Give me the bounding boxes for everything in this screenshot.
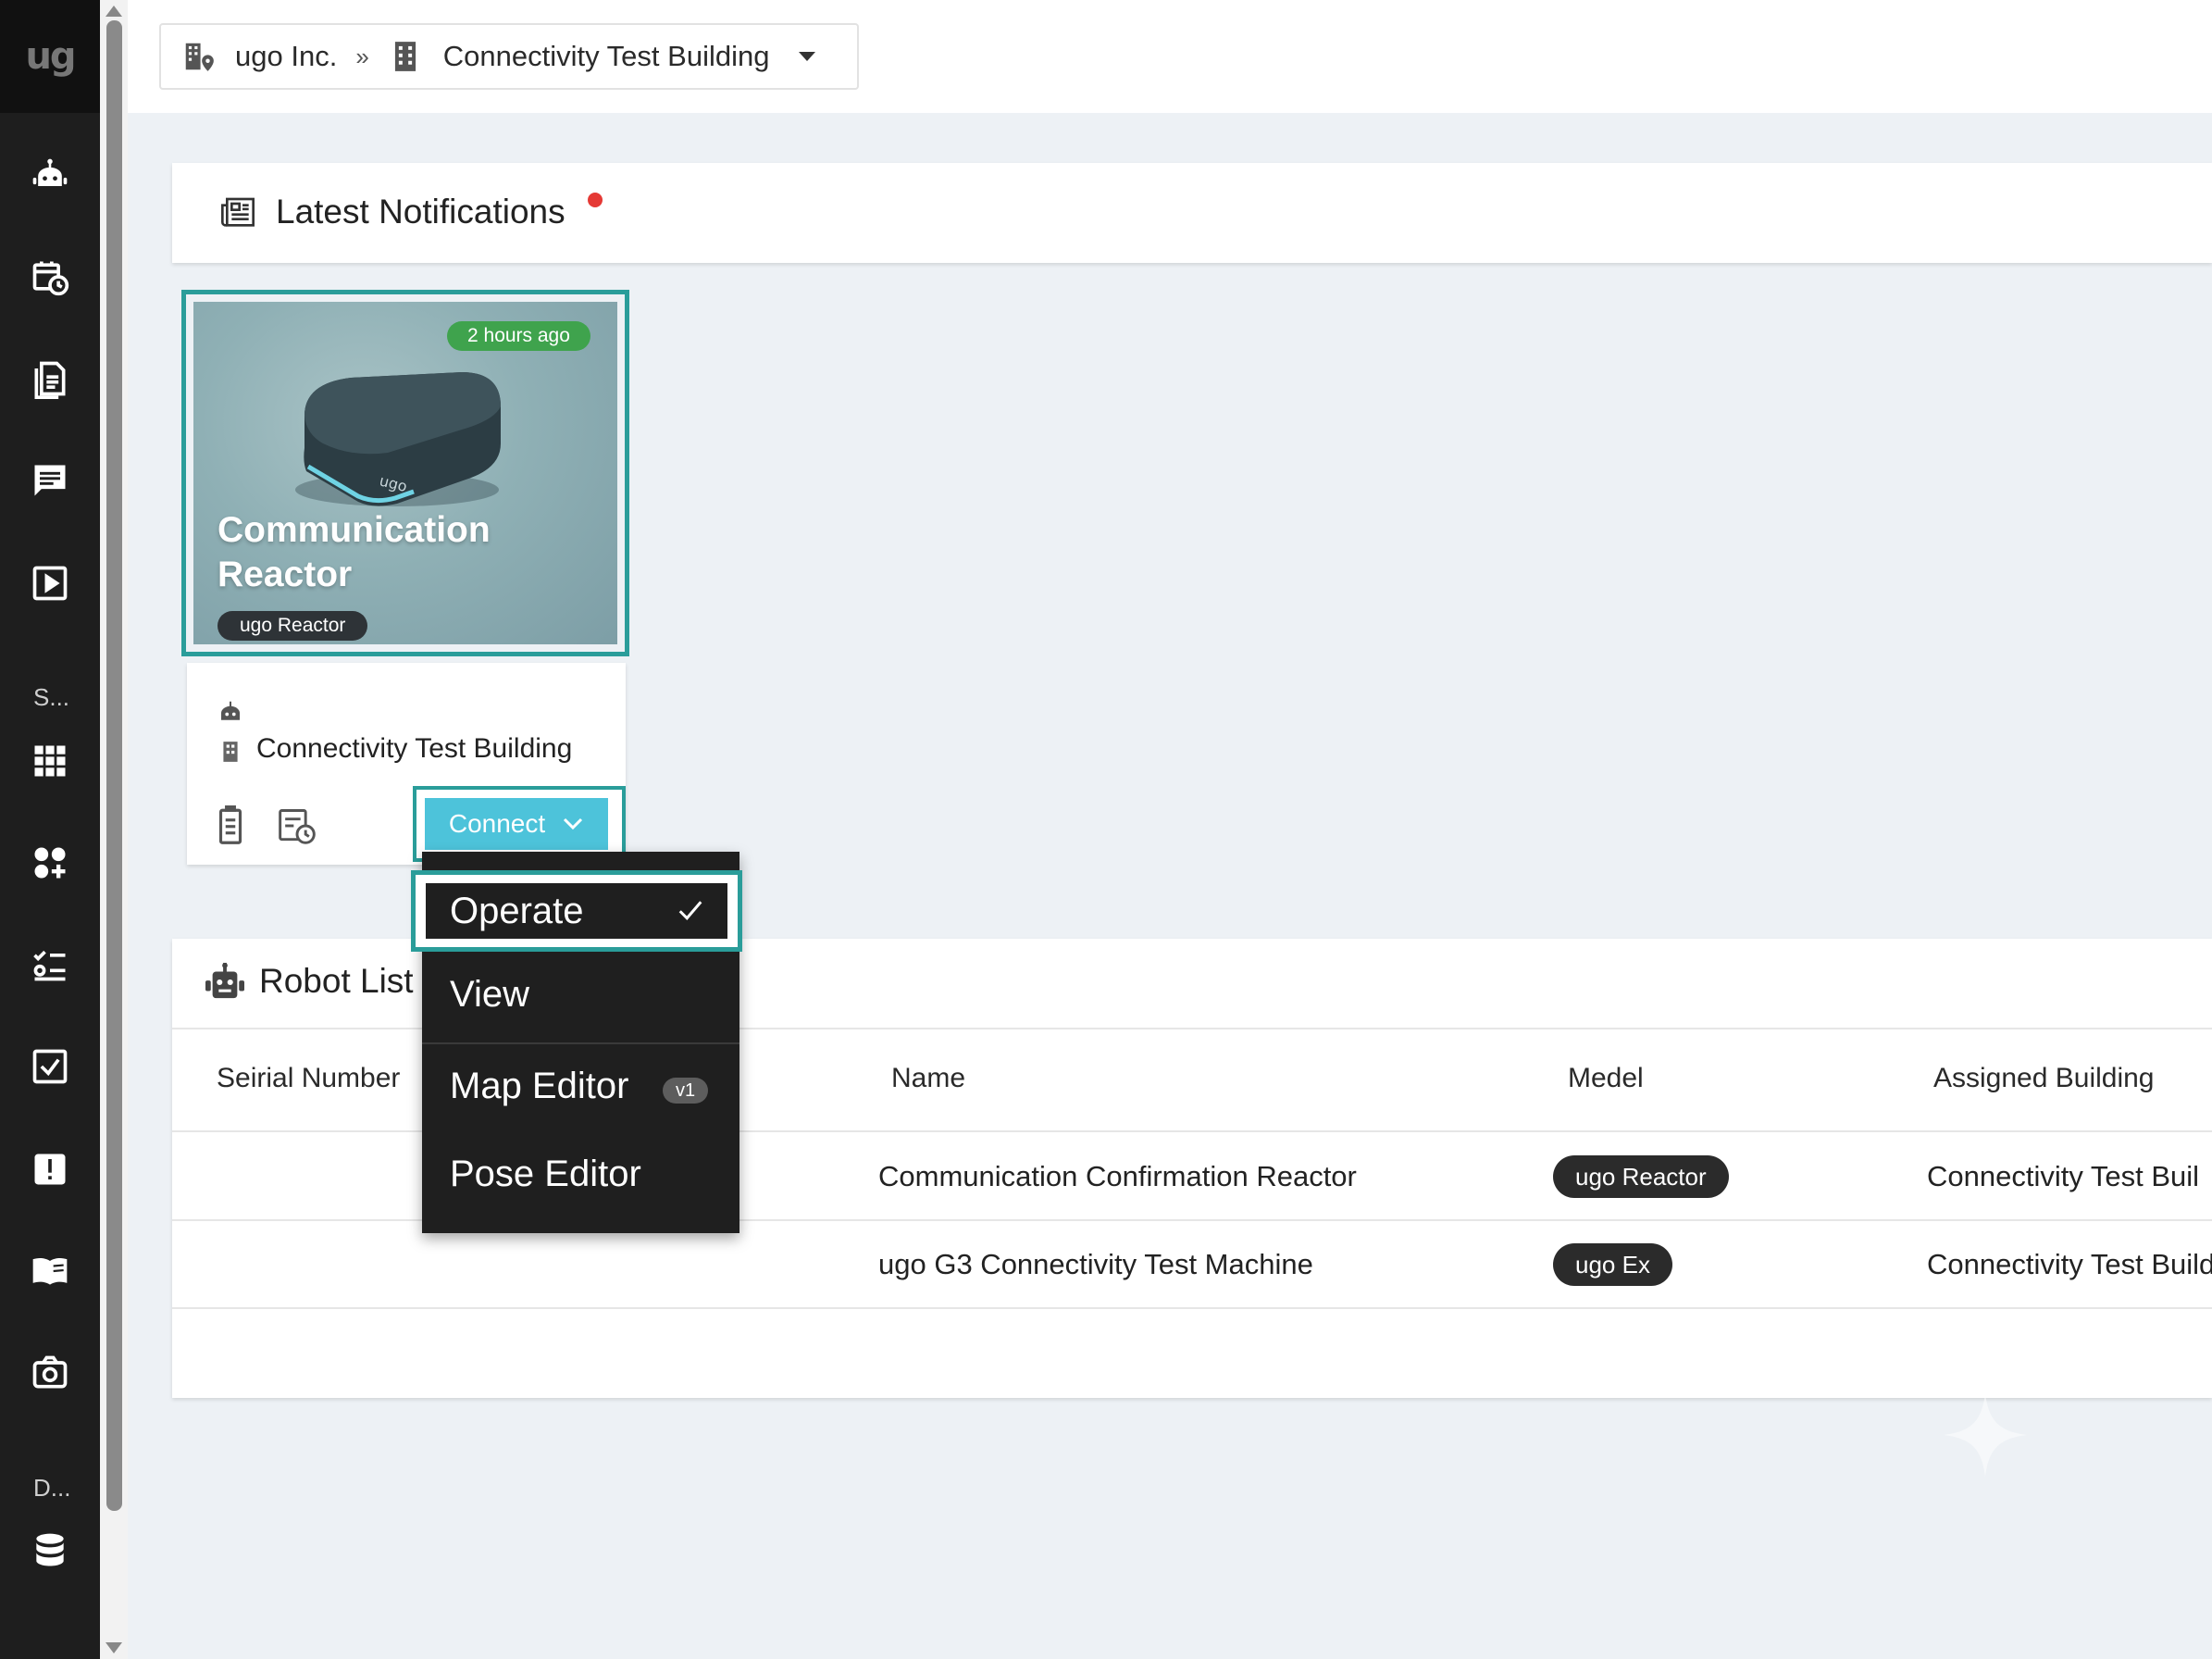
notification-dot: [588, 193, 603, 207]
menu-divider: [422, 1042, 739, 1044]
map-editor-version-badge: v1: [663, 1078, 709, 1104]
book-icon[interactable]: [0, 1229, 100, 1313]
grid-icon[interactable]: [0, 719, 100, 803]
menu-item-operate-label: Operate: [450, 890, 584, 931]
building-small-icon: [218, 738, 242, 770]
apps-icon[interactable]: [0, 821, 100, 904]
caret-down-icon[interactable]: [799, 52, 816, 61]
sparkle-icon: [1944, 1393, 2027, 1477]
row-model-badge: ugo Ex: [1553, 1243, 1672, 1286]
calendar-clock-icon[interactable]: [0, 235, 100, 318]
col-name[interactable]: Name: [891, 1063, 965, 1094]
database-icon[interactable]: [0, 1509, 100, 1592]
document-icon[interactable]: [0, 337, 100, 420]
notifications-title: Latest Notifications: [276, 193, 565, 231]
scrollbar-thumb[interactable]: [106, 20, 122, 1511]
row-divider: [172, 1307, 2212, 1309]
breadcrumb-building[interactable]: Connectivity Test Building: [443, 40, 770, 73]
row-name: ugo G3 Connectivity Test Machine: [878, 1248, 1313, 1280]
camera-icon[interactable]: [0, 1331, 100, 1415]
section-label-d: D...: [33, 1474, 71, 1502]
col-assigned-building[interactable]: Assigned Building: [1933, 1063, 2155, 1094]
app-logo[interactable]: ug: [0, 0, 100, 113]
breadcrumb-org[interactable]: ugo Inc.: [235, 40, 337, 73]
play-icon[interactable]: [0, 542, 100, 625]
robot-icon[interactable]: [0, 134, 100, 218]
menu-item-operate[interactable]: Operate: [426, 883, 727, 939]
breadcrumb-separator: »: [355, 42, 369, 70]
checkbox-icon[interactable]: [0, 1025, 100, 1108]
scroll-up-icon[interactable]: [106, 6, 122, 17]
col-model[interactable]: Medel: [1568, 1063, 1644, 1094]
model-badge: ugo Reactor: [217, 611, 368, 641]
menu-item-map-editor[interactable]: Map Editor: [450, 1066, 628, 1107]
chat-icon[interactable]: [0, 439, 100, 522]
menu-item-pose-editor[interactable]: Pose Editor: [450, 1154, 641, 1195]
building-icon: [388, 39, 423, 74]
row-name: Communication Confirmation Reactor: [878, 1160, 1357, 1192]
newspaper-icon: [218, 194, 257, 236]
chevron-down-icon: [562, 817, 584, 831]
robot-list-icon: [204, 963, 246, 1006]
checkmark-icon: [676, 896, 705, 924]
menu-item-view[interactable]: View: [450, 974, 529, 1016]
connect-button[interactable]: Connect: [423, 796, 610, 852]
col-serial-number[interactable]: Seirial Number: [217, 1063, 400, 1094]
breadcrumb[interactable]: ugo Inc. » Connectivity Test Building: [159, 23, 859, 90]
alert-icon[interactable]: [0, 1128, 100, 1211]
row-building: Connectivity Test Buil: [1927, 1160, 2200, 1192]
robot-list-title: Robot List: [259, 962, 414, 1000]
robot-small-icon: [217, 698, 244, 730]
device-image: ugo: [295, 372, 501, 506]
sidebar: ug S... D...: [0, 0, 100, 1659]
row-building: Connectivity Test Build: [1927, 1248, 2212, 1280]
battery-icon[interactable]: [217, 805, 244, 849]
building-pin-icon: [181, 39, 217, 74]
card-building: Connectivity Test Building: [256, 733, 573, 764]
scroll-down-icon[interactable]: [106, 1642, 122, 1653]
schedule-icon[interactable]: [276, 805, 318, 851]
section-label-s: S...: [33, 683, 70, 711]
card-title[interactable]: Communication Reactor: [217, 508, 588, 597]
connect-label: Connect: [448, 809, 546, 838]
checklist-icon[interactable]: [0, 922, 100, 1005]
row-model-badge: ugo Reactor: [1553, 1155, 1729, 1198]
time-badge: 2 hours ago: [447, 321, 590, 351]
